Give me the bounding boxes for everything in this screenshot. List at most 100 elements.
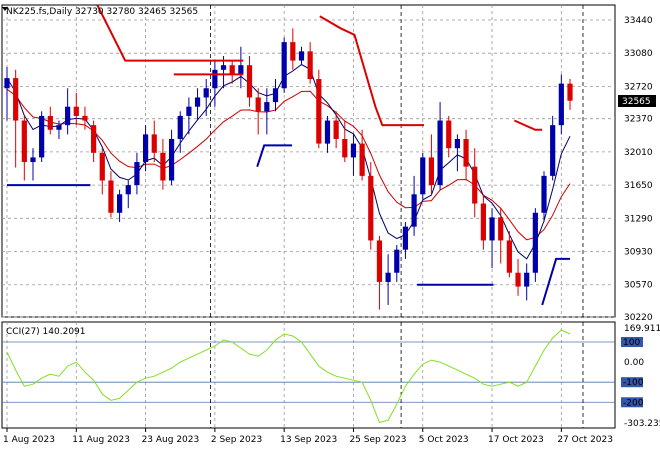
time-tick-label: 1 Aug 2023 <box>3 435 55 445</box>
candle-bear <box>333 120 339 139</box>
candle-bull <box>324 120 331 144</box>
candle-bear <box>376 240 383 282</box>
candle-bull <box>264 102 270 112</box>
candle-bull <box>142 134 149 163</box>
candle-bull <box>532 212 538 273</box>
price-tick-label: 31650 <box>624 181 653 191</box>
candle-bear <box>428 157 435 186</box>
candle-bear <box>498 217 504 241</box>
candle-bear <box>246 65 253 98</box>
candle-bull <box>281 42 287 89</box>
time-tick-label: 5 Oct 2023 <box>419 435 469 445</box>
candle-bear <box>229 65 235 75</box>
candle-bear <box>47 115 53 130</box>
time-tick-label: 23 Aug 2023 <box>142 435 200 445</box>
cci-tick-label: -303.235 <box>624 419 660 429</box>
chart-area: 33440 33080 32720 32370 32010 31650 31290 30930… <box>1 4 660 445</box>
candle-bear <box>480 203 486 241</box>
price-tick-label: 30570 <box>624 281 653 291</box>
candle-bull <box>238 65 244 75</box>
candle-bull <box>298 51 305 61</box>
candle-bear <box>446 120 452 149</box>
candle-bull <box>411 194 417 227</box>
candle-bear <box>368 175 374 241</box>
candle-bull <box>117 194 123 213</box>
candle-bull <box>541 175 547 213</box>
candle-bull <box>385 272 391 282</box>
last-price-tag: 32565 <box>618 95 656 107</box>
candle-bull <box>212 69 218 89</box>
candle-bear <box>255 97 261 112</box>
candle-bull <box>4 78 10 89</box>
time-tick-label: 2 Sep 2023 <box>211 435 262 445</box>
cci-axis: 169.9113 100 0.00 -100 -200 -303.235 <box>621 324 660 429</box>
candle-bull <box>134 162 140 186</box>
candle-bull <box>168 138 175 181</box>
cci-tick-label: 169.9113 <box>624 324 660 334</box>
price-tick-label: 32010 <box>624 148 653 158</box>
price-tick-label: 32370 <box>624 115 653 125</box>
price-tick-label: 33440 <box>624 16 653 26</box>
candle-bull <box>489 217 495 241</box>
candle-bear <box>506 240 512 273</box>
candle-bear <box>160 152 166 181</box>
candle-bear <box>82 115 88 121</box>
time-tick-label: 13 Sep 2023 <box>280 435 337 445</box>
candle-bull <box>125 185 131 195</box>
cci-label: CCI(27) 140.2091 <box>6 327 86 337</box>
candle-bull <box>186 106 192 116</box>
candle-bear <box>91 125 97 153</box>
price-tick-label: 30220 <box>624 313 653 323</box>
candle-bear <box>13 78 19 121</box>
last-price-tag-text: 32565 <box>622 97 651 107</box>
price-tick-label: 32720 <box>624 82 653 92</box>
candle-bull <box>524 272 530 287</box>
candle-bull <box>350 143 357 158</box>
chart-header: NK225.fs,Daily 32730 32780 32465 32565 <box>6 7 198 17</box>
price-axis: 33440 33080 32720 32370 32010 31650 31290 30930… <box>624 16 653 323</box>
cci-panel-frame <box>1 321 616 429</box>
candle-bear <box>342 138 348 158</box>
candle-bear <box>316 79 322 144</box>
candle-bear <box>290 42 296 61</box>
price-tick-label: 33080 <box>624 49 653 59</box>
candle-bull <box>437 120 443 186</box>
candle-bull <box>394 249 400 273</box>
time-tick-label: 17 Oct 2023 <box>488 435 544 445</box>
time-tick-label: 27 Oct 2023 <box>557 435 613 445</box>
candle-bull <box>550 125 556 176</box>
candle-bear <box>99 152 105 181</box>
cci-tick-label: -200 <box>623 398 644 408</box>
price-tick-label: 30930 <box>624 248 653 258</box>
candle-bull <box>30 157 36 163</box>
time-tick-label: 25 Sep 2023 <box>349 435 406 445</box>
cci-tick-label: 0.00 <box>624 358 644 368</box>
candle-bear <box>307 51 313 80</box>
candle-bear <box>472 166 478 204</box>
price-tick-label: 31290 <box>624 214 653 224</box>
candle-bull <box>558 83 564 126</box>
time-axis: 1 Aug 2023 11 Aug 2023 23 Aug 2023 2 Sep 20… <box>3 428 613 445</box>
time-tick-label: 11 Aug 2023 <box>72 435 130 445</box>
candle-bear <box>151 134 157 153</box>
candle-bull <box>203 88 209 98</box>
candle-bear <box>515 272 521 287</box>
candle-bull <box>420 157 426 195</box>
candle-bull <box>272 88 279 103</box>
candle-bull <box>65 106 71 126</box>
cci-tick-label: -100 <box>623 378 644 388</box>
candle-bull <box>220 65 227 70</box>
candle-bull <box>454 138 460 149</box>
candle-bull <box>177 115 183 139</box>
candle-bear <box>108 180 114 213</box>
candle-bear <box>359 143 365 176</box>
price-panel: 33440 33080 32720 32370 32010 31650 31290 30930… <box>1 4 656 323</box>
candle-bear <box>73 106 79 116</box>
candle-bull <box>56 125 62 130</box>
candle-bull <box>194 97 201 107</box>
candle-bull <box>402 226 409 250</box>
candle-bear <box>463 138 469 167</box>
cci-tick-label: 100 <box>623 338 640 348</box>
candle-bear <box>21 120 27 163</box>
candle-bull <box>39 115 45 158</box>
